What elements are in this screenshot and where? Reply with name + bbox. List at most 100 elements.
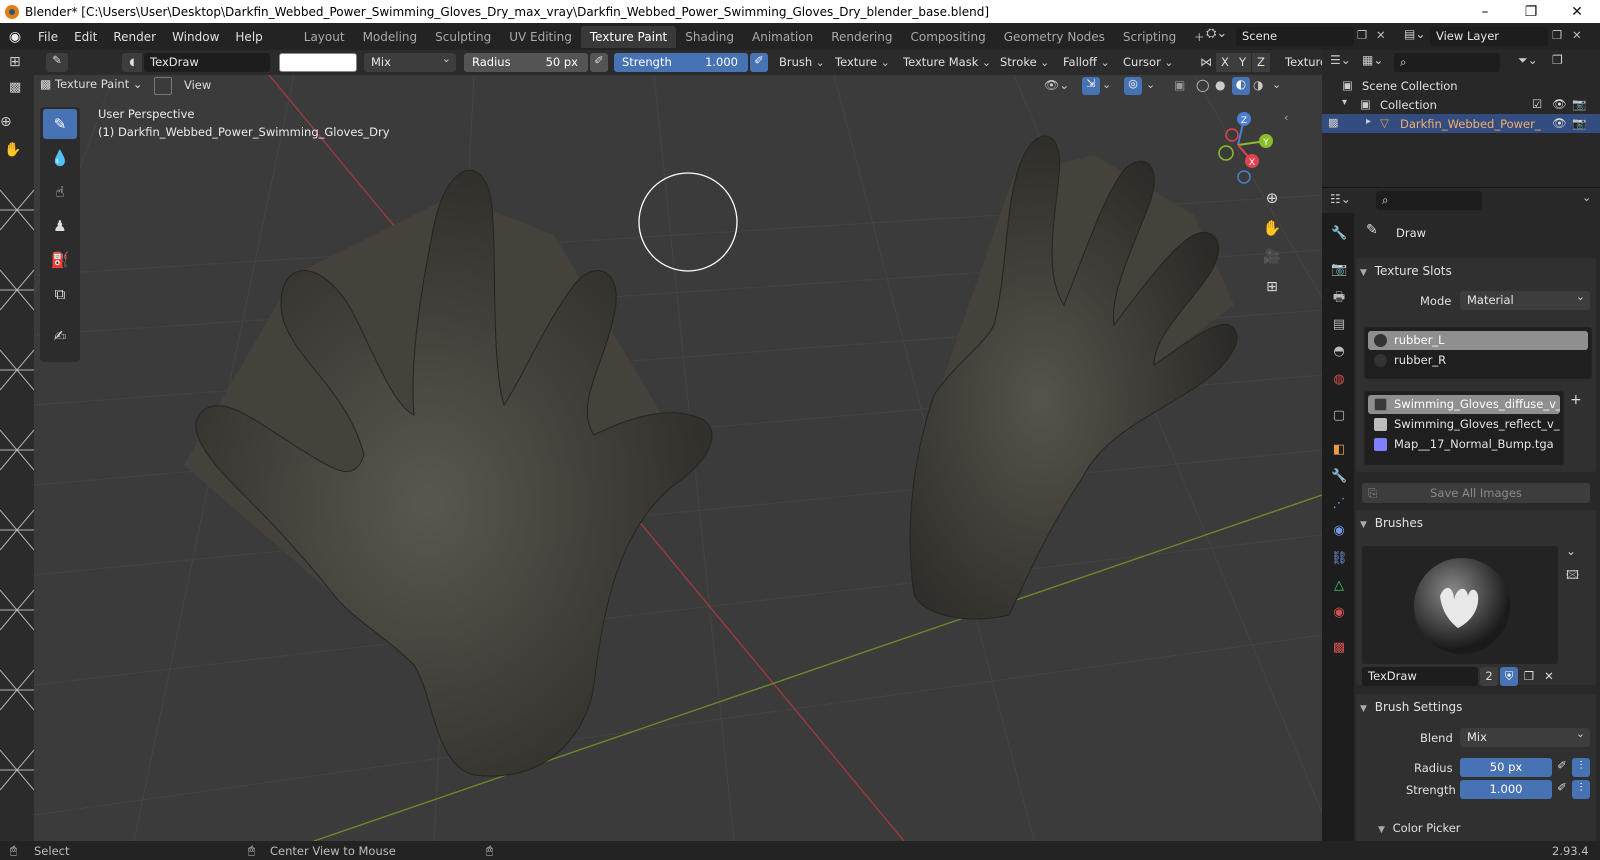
brush-strength-slider[interactable]: 1.000 [1460,780,1552,799]
zoom-view-icon[interactable]: ⊕ [1260,189,1284,213]
scene-field[interactable]: Scene [1236,27,1354,46]
sidebar-toggle-icon[interactable]: ‹ [1284,111,1288,124]
camera-view-icon[interactable]: 🎥 [1260,249,1284,273]
tab-compositing[interactable]: Compositing [901,26,994,48]
tab-uv-editing[interactable]: UV Editing [500,26,581,48]
radius-unit-toggle-icon[interactable]: ⫶ [1572,758,1590,777]
remove-scene-icon[interactable]: ✕ [1376,28,1386,42]
gizmo-menu-icon[interactable]: ⌄ [1102,78,1111,91]
material-item-rubber-l[interactable]: rubber_L [1368,331,1588,350]
constraints-tab-icon[interactable]: ⛓ [1331,551,1348,567]
brush-preview-box[interactable] [1362,546,1558,664]
scene-icon[interactable]: ⛭⌄ [1206,26,1232,46]
gizmo-toggle-icon[interactable]: ⇲ [1082,77,1100,95]
image-item-reflect[interactable]: Swimming_Gloves_reflect_v_a... [1368,415,1560,434]
scene-tab-icon[interactable]: ◓ [1331,344,1347,360]
new-collection-icon[interactable]: ❐ [1552,53,1563,67]
image-item-normal[interactable]: Map__17_Normal_Bump.tga [1368,435,1560,454]
save-all-images-button[interactable]: ⎘ Save All Images [1362,483,1590,503]
menu-edit[interactable]: Edit [66,30,105,44]
tab-rendering[interactable]: Rendering [822,26,901,48]
brush-users-count[interactable]: 2 [1480,667,1498,686]
stroke-menu[interactable]: Stroke [995,53,1054,72]
color-picker-subpanel[interactable]: ▼ Color Picker [1378,821,1461,835]
radius-slider[interactable]: Radius 50 px [464,53,588,72]
zoom-icon[interactable]: ⊕ [0,114,28,130]
blend-mode-dropdown[interactable]: Mix [364,51,456,72]
minimize-button[interactable]: – [1462,0,1508,23]
add-texture-slot-icon[interactable]: + [1570,392,1582,408]
paint-mask-icon[interactable] [154,77,172,95]
object-tab-icon[interactable]: ◧ [1331,442,1347,458]
brush-datablock-name[interactable]: TexDraw [1362,667,1478,686]
brushes-header[interactable]: ▼ Brushes [1360,516,1423,530]
outliner-row-object[interactable]: ▩ ▸ ▽ Darkfin_Webbed_Power_ 👁 📷 [1322,114,1600,133]
object-eye-icon[interactable]: 👁 [1552,116,1567,130]
unlink-brush-icon[interactable]: ✕ [1540,667,1558,686]
tab-animation[interactable]: Animation [743,26,822,48]
wireframe-shading-icon[interactable]: ◯ [1196,78,1209,92]
material-tab-icon[interactable]: ◉ [1331,605,1347,621]
duplicate-brush-icon[interactable]: ❐ [1520,667,1538,686]
mode-dropdown[interactable]: ▩ Texture Paint ⌄ [40,77,143,96]
tool-tab-icon[interactable]: 🔧 [1331,226,1347,242]
overlay-toggle-icon[interactable]: ◎ [1124,77,1142,95]
tab-sculpting[interactable]: Sculpting [426,26,500,48]
view-layer-icon[interactable]: ▤⌄ [1404,27,1425,41]
world-tab-icon[interactable]: ◍ [1331,372,1347,388]
maximize-button[interactable]: ❐ [1508,0,1554,23]
fill-tool-icon[interactable]: ⛽ [43,245,77,275]
material-item-rubber-r[interactable]: rubber_R [1368,351,1588,370]
brush-color-swatch[interactable] [279,53,357,72]
material-shading-icon[interactable]: ◐ [1232,77,1250,95]
strength-pressure-toggle-icon[interactable]: ✐ [1554,780,1570,799]
tab-shading[interactable]: Shading [676,26,743,48]
3d-viewport[interactable]: User Perspective (1) Darkfin_Webbed_Powe… [34,75,1322,841]
tab-modeling[interactable]: Modeling [354,26,427,48]
soften-tool-icon[interactable]: 💧 [43,143,77,173]
visibility-icon[interactable]: 👁⌄ [1044,78,1069,92]
display-mode-icon[interactable]: ▦⌄ [1362,53,1383,67]
blender-menu-icon[interactable]: ◉ [0,29,30,45]
area-menu-icon[interactable]: ⊞ [9,54,21,70]
symmetry-icon[interactable]: ⋈ [1200,55,1212,69]
texture-menu[interactable]: Texture [830,53,895,72]
tab-scripting[interactable]: Scripting [1114,26,1185,48]
mirror-z-toggle[interactable]: Z [1252,53,1270,72]
physics-tab-icon[interactable]: ◉ [1331,523,1347,539]
pan-hand-icon[interactable]: ✋ [4,142,21,158]
collapse-arrow-icon[interactable]: ▾ [1342,97,1347,108]
menu-window[interactable]: Window [164,30,227,44]
fake-user-shield-icon[interactable]: ⛨ [1500,667,1518,686]
remove-view-layer-icon[interactable]: ✕ [1572,28,1582,42]
view-layer-field[interactable]: View Layer [1430,27,1548,46]
clone-tool-icon[interactable]: ♟ [43,211,77,241]
view-layer-tab-icon[interactable]: ▤ [1331,317,1347,333]
strength-slider[interactable]: Strength 1.000 [614,53,748,72]
render-camera-icon[interactable]: 📷 [1572,97,1586,111]
mask-tool-icon[interactable]: ⧉ [43,279,77,309]
menu-help[interactable]: Help [227,30,270,44]
outliner-row-collection[interactable]: ▾ ▣ Collection ☑ 👁 📷 [1322,95,1600,114]
brush-radius-slider[interactable]: 50 px [1460,758,1552,777]
pan-view-icon[interactable]: ✋ [1260,219,1284,243]
brush-preview-icon[interactable]: ◖ [122,53,142,72]
brush-settings-header[interactable]: ▼ Brush Settings [1360,700,1462,714]
texture-tab-icon[interactable]: ▩ [1331,640,1347,656]
mirror-x-toggle[interactable]: X [1216,53,1234,72]
smear-tool-icon[interactable]: ☝ [43,177,77,207]
annotate-tool-icon[interactable]: ✍ [43,321,77,351]
radius-pressure-toggle-icon[interactable]: ✐ [1554,758,1570,777]
new-view-layer-icon[interactable]: ❐ [1552,28,1562,42]
tab-texture-paint[interactable]: Texture Paint [580,25,677,48]
properties-options-icon[interactable]: ⌄ [1582,191,1591,204]
texture-mask-menu[interactable]: Texture Mask [898,53,996,72]
tab-geometry-nodes[interactable]: Geometry Nodes [995,26,1114,48]
collection-tab-icon[interactable]: ▢ [1331,408,1347,424]
navigation-gizmo[interactable]: Z Y X [1204,107,1274,187]
overlay-menu-icon[interactable]: ⌄ [1146,78,1155,91]
outliner-row-scene-collection[interactable]: ▣ Scene Collection [1322,76,1600,95]
radius-pressure-icon[interactable]: ✐ [590,53,608,72]
texture-slots-header[interactable]: ▼ Texture Slots [1360,264,1452,278]
brush-menu[interactable]: Brush [774,53,830,72]
